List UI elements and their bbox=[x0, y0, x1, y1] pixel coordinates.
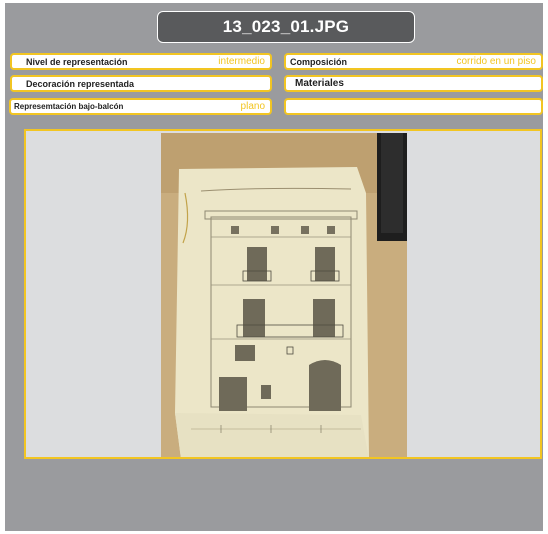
field-nivel-representacion: Nivel de representación intermedio bbox=[10, 53, 272, 70]
image-viewer bbox=[24, 129, 542, 459]
field-label: Nivel de representación bbox=[26, 56, 128, 67]
field-composicion: Composición corrido en un piso bbox=[284, 53, 543, 70]
field-label: Decoración representada bbox=[26, 78, 135, 89]
image-title: 13_023_01.JPG bbox=[157, 11, 415, 43]
field-bajo-balcon: Represemtación bajo-balcón plano bbox=[9, 98, 272, 115]
field-label: Composición bbox=[290, 56, 348, 67]
field-value: intermedio bbox=[218, 56, 265, 67]
app-frame: 13_023_01.JPG Nivel de representación in… bbox=[5, 3, 543, 531]
field-empty bbox=[284, 98, 543, 115]
field-label: Represemtación bajo-balcón bbox=[14, 102, 124, 111]
field-decoracion: Decoración representada bbox=[10, 75, 272, 92]
field-label: Materiales bbox=[295, 78, 344, 89]
facade-drawing-svg bbox=[161, 133, 407, 457]
field-materiales: Materiales bbox=[284, 75, 543, 92]
field-value: corrido en un piso bbox=[456, 56, 537, 67]
facade-drawing-photo bbox=[161, 133, 407, 457]
field-value: plano bbox=[240, 101, 265, 112]
